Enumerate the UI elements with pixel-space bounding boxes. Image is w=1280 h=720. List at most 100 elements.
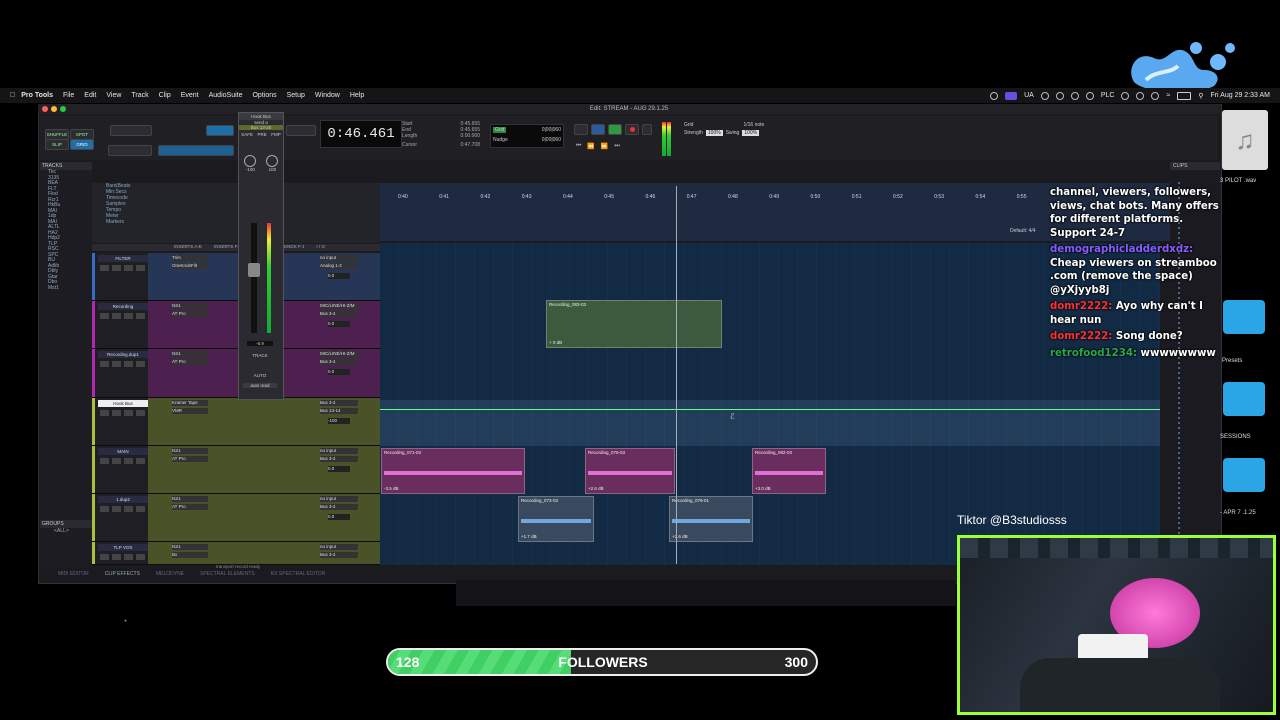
insert-slot[interactable]: NS1 [172, 496, 208, 502]
track-name[interactable]: FILTER [98, 255, 148, 262]
track-name[interactable]: 1.dup2 [98, 496, 148, 503]
automation-line[interactable] [380, 409, 1160, 410]
input-language[interactable]: UA [1024, 92, 1034, 99]
menu-window[interactable]: Window [315, 92, 340, 99]
fmp-button[interactable]: FMP [271, 132, 281, 137]
hook-bus-lane[interactable] [380, 400, 1160, 446]
rewind-icon[interactable]: ⏪ [587, 143, 594, 153]
io-output[interactable]: Analog 1-2 [320, 263, 358, 269]
swing-value[interactable]: 100% [742, 130, 760, 136]
length-value[interactable]: 0:00.000 [461, 133, 480, 139]
grid-label[interactable]: Grid [493, 127, 507, 133]
audio-region[interactable]: Recording_075-03 +2.6 dB [585, 448, 675, 494]
ruler-markers[interactable]: Markers [92, 219, 380, 225]
status-icon[interactable] [1055, 91, 1064, 100]
track-name[interactable]: Hook Bus [98, 400, 148, 407]
io-output[interactable]: Bus 3-4 [320, 359, 358, 365]
pencil-tool[interactable] [286, 125, 316, 136]
minimize-window-button[interactable] [51, 106, 57, 112]
zoom-presets[interactable] [108, 145, 152, 156]
status-icon[interactable] [1151, 91, 1160, 100]
menu-event[interactable]: Event [181, 92, 199, 99]
track-row[interactable]: MAIN NS1 AT Pro no input Bus 3-4 0.0 [92, 446, 380, 494]
status-icon[interactable] [1136, 91, 1145, 100]
tab-rx-spectral-editor[interactable]: RX SPECTRAL EDITOR [271, 571, 326, 580]
timeline-ruler[interactable]: 0:40 0:41 0:42 0:43 0:44 0:45 0:46 0:47 0:48 0:49… [380, 186, 1060, 216]
status-icon[interactable] [1121, 91, 1130, 100]
track-row[interactable]: Recording.dup1 NS1 AT Pro MIC/LINE/HI-Z/M Bu… [92, 349, 380, 398]
strip-name[interactable]: Hook Bus [239, 113, 283, 120]
nudge-label[interactable]: Nudge [493, 137, 508, 143]
group-all[interactable]: <ALL> [40, 528, 92, 534]
insert-slot[interactable]: AT Pro [172, 504, 208, 510]
io-input[interactable]: MIC/LINE/HI-Z/M [320, 351, 358, 357]
track-name[interactable]: Recording [98, 303, 148, 310]
folder-icon[interactable] [1223, 382, 1265, 416]
track-row[interactable]: Hook Bus Kramer Tape VMR Bus 3-4 Bus 13-14 -1… [92, 398, 380, 446]
audio-region[interactable]: Recording_071-03 -3.5 dB [381, 448, 525, 494]
plc-label[interactable]: PLC [1101, 92, 1115, 99]
track-volume[interactable]: 0.0 [328, 369, 350, 375]
safe-button[interactable]: SAFE [241, 132, 253, 137]
music-file-icon[interactable]: ♫ [1222, 110, 1268, 170]
insert-slot[interactable]: AT Pro [172, 359, 208, 365]
menu-options[interactable]: Options [252, 92, 276, 99]
search-icon[interactable]: ⚲ [1198, 92, 1203, 100]
audio-region[interactable]: Recording_073-03 +1.7 dB [518, 496, 594, 542]
status-icon[interactable] [1085, 91, 1094, 100]
trim-tool[interactable] [206, 125, 234, 136]
status-icon[interactable] [990, 91, 999, 100]
sessions-label[interactable]: SESSIONS [1220, 434, 1251, 440]
clock[interactable]: Fri Aug 29 2:33 AM [1210, 92, 1270, 99]
battery-icon[interactable] [1177, 91, 1192, 100]
track-buttons[interactable] [100, 265, 146, 271]
io-output[interactable]: Bus 3-4 [320, 311, 358, 317]
track-buttons[interactable] [100, 410, 146, 416]
fast-forward-icon[interactable]: ⏩ [601, 143, 608, 153]
io-output[interactable]: Bus 3-4 [320, 552, 358, 558]
pan-knob-right[interactable] [266, 155, 278, 167]
track-volume[interactable]: 0.0 [328, 514, 350, 520]
pan-knob-left[interactable] [244, 155, 256, 167]
tab-spectral-elements[interactable]: SPECTRAL ELEMENTS [200, 571, 255, 580]
track-row[interactable]: TLP VOX NS1 Bx no input Bus 3-4 [92, 542, 380, 565]
io-input[interactable]: Bus 3-4 [320, 400, 358, 406]
insert-slot[interactable]: NS1 [172, 303, 208, 309]
track-row[interactable]: Recording NS1 AT Pro MIC/LINE/HI-Z/M Bus 3-4… [92, 301, 380, 349]
track-name[interactable]: MAIN [98, 448, 148, 455]
record-icon[interactable] [625, 124, 639, 135]
insert-slot[interactable]: NS1 [172, 448, 208, 454]
menu-track[interactable]: Track [131, 92, 148, 99]
online-icon[interactable] [642, 124, 652, 135]
insert-slot[interactable]: Trim [172, 255, 208, 261]
strength-value[interactable]: 100% [705, 130, 723, 136]
track-buttons[interactable] [100, 506, 146, 512]
track-buttons[interactable] [100, 554, 146, 560]
insert-slot[interactable]: NS1 [172, 544, 208, 550]
mode-slip[interactable]: SLIP [45, 139, 69, 150]
io-input[interactable]: no input [320, 544, 358, 550]
insert-slot[interactable]: AT Pro [172, 311, 208, 317]
folder-icon[interactable] [1223, 458, 1265, 492]
menu-clip[interactable]: Clip [159, 92, 171, 99]
nudge-value[interactable]: 0|00|060 [542, 137, 561, 143]
track-name[interactable]: TLP VOX [98, 544, 148, 551]
track-buttons[interactable] [100, 313, 146, 319]
groups-header[interactable]: GROUPS [40, 520, 92, 528]
insert-slot[interactable]: AT Pro [172, 456, 208, 462]
menu-audiosuite[interactable]: AudioSuite [209, 92, 243, 99]
date-folder-label[interactable]: - APR 7 .1.25 [1220, 510, 1256, 516]
track-row[interactable]: 1.dup2 NS1 AT Pro no input Bus 3-4 0.0 [92, 494, 380, 542]
zoom-buttons[interactable] [110, 125, 152, 136]
tab-melodyne[interactable]: MELODYNE [156, 571, 184, 580]
track-row[interactable]: FILTER Trim OneKnobFilt no input Analog 1-2 0… [92, 253, 380, 301]
go-to-end-icon[interactable]: ⏭ [614, 143, 619, 153]
menu-edit[interactable]: Edit [84, 92, 96, 99]
insert-slot[interactable]: OneKnobFilt [172, 263, 208, 269]
automation-mode[interactable]: auto read [243, 383, 277, 388]
quantize-value[interactable]: 1/16 note [743, 122, 764, 128]
io-input[interactable]: no input [320, 255, 358, 261]
strip-bus[interactable]: Bus 13-20 [239, 125, 283, 130]
io-output[interactable]: Bus 13-14 [320, 408, 358, 414]
menu-setup[interactable]: Setup [287, 92, 305, 99]
